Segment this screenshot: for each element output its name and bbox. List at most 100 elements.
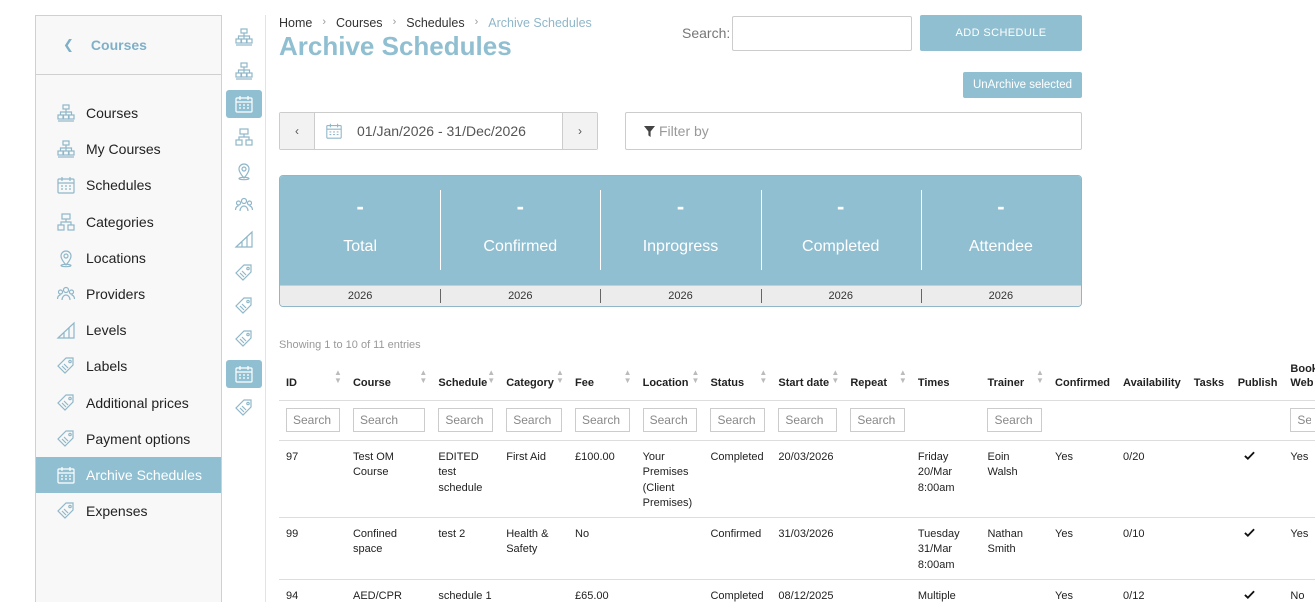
col-header-course[interactable]: Course ▲ ▼ xyxy=(345,360,432,401)
sidebar-item-additional-prices[interactable]: Additional prices xyxy=(36,385,221,421)
calendar-icon xyxy=(57,176,75,195)
col-header-schedule[interactable]: Schedule ▲ ▼ xyxy=(431,360,500,401)
search-course-input[interactable] xyxy=(352,408,426,432)
table-row[interactable]: 99 Confined space test 2 Health & Safety… xyxy=(279,517,1315,580)
cell-fee: £100.00 xyxy=(568,440,636,518)
stat-value: - xyxy=(997,194,1005,219)
location-pin-icon xyxy=(60,250,72,268)
cell-publish xyxy=(1230,440,1284,518)
search-repeat-input[interactable] xyxy=(850,408,905,432)
sort-icon: ▲ ▼ xyxy=(898,368,907,385)
breadcrumb-courses-link[interactable]: Courses xyxy=(336,16,383,30)
sidebar: ❮ Courses Courses My Courses Schedules C… xyxy=(35,15,222,602)
sort-icon: ▲ ▼ xyxy=(831,368,840,385)
sidebar-item-expenses[interactable]: Expenses xyxy=(36,493,221,529)
cell-repeat xyxy=(843,579,911,602)
col-header-location[interactable]: Location ▲ ▼ xyxy=(635,360,704,401)
sitemap-icon xyxy=(57,140,75,158)
stat-label: Attendee xyxy=(968,238,1033,255)
rail-my-courses-button[interactable] xyxy=(226,57,262,85)
search-input[interactable] xyxy=(732,16,912,51)
rail-categories-button[interactable] xyxy=(226,123,262,151)
chevron-right-icon: › xyxy=(322,16,327,28)
back-label: Courses xyxy=(90,37,147,53)
chevron-right-icon: › xyxy=(474,16,479,28)
sidebar-item-label: Schedules xyxy=(86,177,152,194)
rail-expenses-button[interactable] xyxy=(226,394,262,422)
table-row[interactable]: 97 Test OM Course EDITED test schedule F… xyxy=(279,440,1315,518)
col-header-label: Times xyxy=(917,376,950,389)
col-header-category[interactable]: Category ▲ ▼ xyxy=(499,360,568,401)
rail-locations-button[interactable] xyxy=(226,157,262,185)
sitemap-icon xyxy=(57,104,75,122)
rail-archive-schedules-button[interactable] xyxy=(226,360,262,388)
stat-confirmed: - Confirmed xyxy=(440,176,600,285)
cell-location: Your Premises (Client Premises) xyxy=(635,440,704,518)
tag-icon xyxy=(57,430,74,447)
date-range-field[interactable]: 01/Jan/2026 - 31/Dec/2026 xyxy=(315,113,562,149)
table-row[interactable]: 94 AED/CPR Plus schedule 1 £65.00 Comple… xyxy=(279,579,1315,602)
stat-value: - xyxy=(356,194,364,219)
rail-payment-options-button[interactable] xyxy=(226,325,262,353)
sidebar-item-labels[interactable]: Labels xyxy=(36,348,221,384)
sidebar-item-providers[interactable]: Providers xyxy=(36,276,221,312)
sidebar-item-payment-options[interactable]: Payment options xyxy=(36,421,221,457)
rail-levels-button[interactable] xyxy=(226,225,262,253)
sidebar-item-levels[interactable]: Levels xyxy=(36,312,221,348)
col-header-start-date[interactable]: Start date ▲ ▼ xyxy=(771,360,844,401)
check-icon xyxy=(1243,590,1255,599)
rail-schedules-button[interactable] xyxy=(226,90,262,118)
cell-tasks xyxy=(1186,579,1231,602)
search-trainer-input[interactable] xyxy=(987,408,1043,432)
next-range-button[interactable]: › xyxy=(562,113,597,149)
search-id-input[interactable] xyxy=(286,408,340,432)
check-icon xyxy=(1243,451,1255,460)
back-to-courses-link[interactable]: ❮ Courses xyxy=(36,16,221,75)
rail-additional-prices-button[interactable] xyxy=(226,292,262,320)
sidebar-item-archive-schedules[interactable]: Archive Schedules xyxy=(36,456,221,494)
search-location-input[interactable] xyxy=(642,408,698,432)
search-status-input[interactable] xyxy=(710,408,766,432)
col-header-publish: Publish xyxy=(1230,360,1284,401)
levels-icon xyxy=(57,322,75,339)
rail-providers-button[interactable] xyxy=(226,191,262,219)
col-header-status[interactable]: Status ▲ ▼ xyxy=(703,360,772,401)
sidebar-item-schedules[interactable]: Schedules xyxy=(36,167,221,203)
rail-courses-button[interactable] xyxy=(226,23,262,51)
tag-icon xyxy=(235,297,252,314)
col-header-id[interactable]: ID ▲ ▼ xyxy=(279,360,346,401)
search-fee-input[interactable] xyxy=(575,408,630,432)
col-header-label: Tasks xyxy=(1193,376,1225,389)
cell-schedule: test 2 xyxy=(431,517,500,580)
cell-availability: 0/20 xyxy=(1116,440,1187,518)
search-category-input[interactable] xyxy=(506,408,562,432)
col-header-trainer[interactable]: Trainer ▲ ▼ xyxy=(980,360,1049,401)
stat-label: Completed xyxy=(802,238,880,255)
cell-book-web: No xyxy=(1283,579,1315,602)
rail-labels-button[interactable] xyxy=(226,259,262,287)
search-book-web-input[interactable] xyxy=(1290,408,1315,432)
breadcrumb-home-link[interactable]: Home xyxy=(279,16,312,30)
stats-panel: - Total - Confirmed - Inprogress - Completed… xyxy=(279,175,1082,307)
col-header-confirmed: Confirmed xyxy=(1048,360,1117,401)
sidebar-item-courses[interactable]: Courses xyxy=(36,95,221,131)
sort-icon: ▲ ▼ xyxy=(487,368,496,385)
sitemap-icon xyxy=(235,28,253,46)
prev-range-button[interactable]: ‹ xyxy=(280,113,315,149)
cell-fee: £65.00 xyxy=(568,579,636,602)
col-header-repeat[interactable]: Repeat ▲ ▼ xyxy=(843,360,911,401)
filter-by-field[interactable]: Filter by xyxy=(625,112,1082,150)
column-search-row xyxy=(279,400,1315,441)
sidebar-item-locations[interactable]: Locations xyxy=(36,240,221,276)
sidebar-item-categories[interactable]: Categories xyxy=(36,204,221,240)
col-header-fee[interactable]: Fee ▲ ▼ xyxy=(568,360,636,401)
sidebar-item-label: Levels xyxy=(86,322,127,339)
sidebar-item-my-courses[interactable]: My Courses xyxy=(36,131,221,167)
add-schedule-button[interactable]: ADD SCHEDULE xyxy=(920,15,1082,51)
unarchive-selected-button[interactable]: UnArchive selected xyxy=(963,72,1082,98)
breadcrumb-schedules-link[interactable]: Schedules xyxy=(406,16,464,30)
search-schedule-input[interactable] xyxy=(438,408,494,432)
cell-trainer: Eoin Walsh xyxy=(980,440,1049,518)
search-start-date-input[interactable] xyxy=(778,408,838,432)
tag-icon xyxy=(235,330,252,347)
